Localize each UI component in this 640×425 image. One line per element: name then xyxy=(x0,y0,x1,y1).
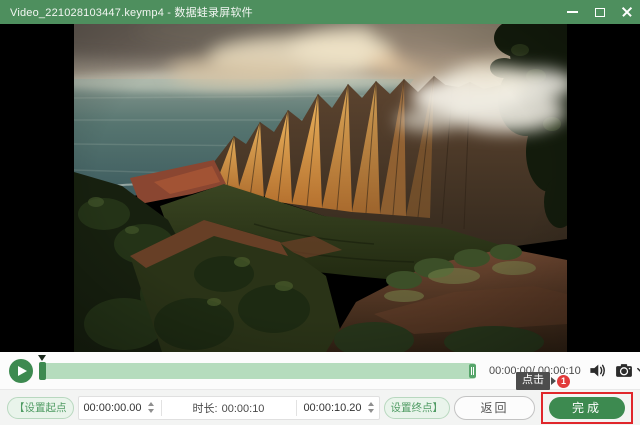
start-time-spinner[interactable] xyxy=(145,402,157,413)
camera-menu-button[interactable] xyxy=(636,365,640,376)
play-button[interactable] xyxy=(9,358,33,383)
divider xyxy=(160,399,162,416)
minimize-button[interactable] xyxy=(559,0,586,24)
minimize-icon xyxy=(567,11,578,13)
window-title: Video_221028103447.keymp4 - 数据蛙录屏软件 xyxy=(10,7,253,19)
window-controls xyxy=(559,0,640,24)
snapshot-button[interactable] xyxy=(614,361,634,380)
finish-highlight-box: 完成 xyxy=(541,391,633,424)
end-time-input[interactable] xyxy=(300,401,365,414)
back-button[interactable]: 返回 xyxy=(454,395,535,420)
camera-icon xyxy=(615,364,632,377)
app-window: Video_221028103447.keymp4 - 数据蛙录屏软件 00:0… xyxy=(0,0,640,425)
timeline-end-handle[interactable] xyxy=(469,363,476,378)
duration-display: 时长: 00:00:10 xyxy=(166,400,292,416)
volume-button[interactable] xyxy=(588,361,607,380)
set-end-button[interactable]: 设置终点】 xyxy=(383,396,450,419)
close-button[interactable] xyxy=(613,0,640,24)
tooltip-label: 点击 xyxy=(516,372,550,390)
trim-time-group: 时长:00:00:10 xyxy=(77,395,380,420)
play-icon xyxy=(18,365,27,376)
spinner-up-icon xyxy=(367,402,374,406)
spinner-down-icon xyxy=(147,409,154,413)
maximize-icon xyxy=(594,7,605,17)
tooltip-arrow-icon xyxy=(551,377,556,385)
close-icon xyxy=(621,6,633,18)
titlebar: Video_221028103447.keymp4 - 数据蛙录屏软件 xyxy=(0,0,640,24)
playhead-marker-icon xyxy=(38,354,46,361)
divider xyxy=(295,399,297,416)
spinner-up-icon xyxy=(147,402,154,406)
set-start-button[interactable]: 【设置起点 xyxy=(7,396,74,419)
maximize-button[interactable] xyxy=(586,0,613,24)
spinner-down-icon xyxy=(367,409,374,413)
chevron-down-icon xyxy=(636,367,640,373)
step-badge: 1 xyxy=(557,374,570,388)
duration-value: 00:00:10 xyxy=(221,402,265,415)
end-time-spinner[interactable] xyxy=(365,402,377,413)
timeline-playhead[interactable] xyxy=(38,354,46,380)
click-coachmark: 点击 1 xyxy=(516,372,570,390)
video-stage xyxy=(0,24,640,352)
duration-label: 时长: xyxy=(192,402,218,415)
timeline-track[interactable] xyxy=(38,354,476,380)
trim-bar: 【设置起点 时长:00:00:10 设置终点】 返回 完成 xyxy=(0,390,640,425)
start-time-input[interactable] xyxy=(80,401,145,414)
volume-icon xyxy=(590,364,605,377)
finish-button[interactable]: 完成 xyxy=(549,396,625,419)
video-preview-frame xyxy=(73,24,567,352)
